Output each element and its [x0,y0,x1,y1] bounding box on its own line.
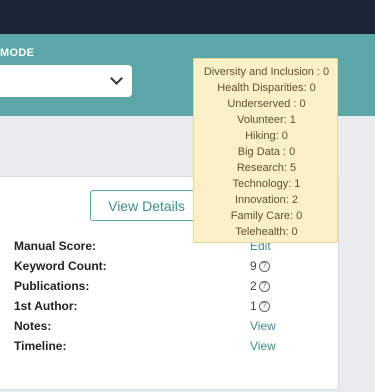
keyword-count-value: 9 ? [250,259,270,273]
top-navbar [0,0,375,34]
tooltip-line: Technology: 1 [232,178,301,190]
tooltip-line: Hiking: 0 [245,130,288,142]
tooltip-line: Telehealth: 0 [235,226,298,238]
publications-value: 2 ? [250,279,270,293]
tooltip-line: Health Disparities: 0 [217,82,316,94]
tooltip-line: Big Data : 0 [237,146,296,158]
tooltip-line: Innovation: 2 [235,194,298,206]
notes-view-link[interactable]: View [250,319,276,333]
first-author-value: 1 ? [250,299,270,313]
manual-score-label: Manual Score: [14,239,97,253]
first-author-number: 1 [250,299,257,313]
timeline-label: Timeline: [14,339,67,353]
keyword-breakdown-tooltip: Diversity and Inclusion : 0 Health Dispa… [193,58,338,243]
keyword-count-number: 9 [250,259,257,273]
first-author-label: 1st Author: [14,299,78,313]
tooltip-line: Diversity and Inclusion : 0 [203,66,330,78]
publications-label: Publications: [14,279,90,293]
mode-select[interactable] [0,65,132,97]
notes-label: Notes: [14,319,52,333]
timeline-view-link[interactable]: View [250,339,276,353]
tooltip-line: Research: 5 [236,162,297,174]
keyword-count-label: Keyword Count: [14,259,107,273]
question-circle-icon[interactable]: ? [258,260,270,272]
chevron-down-icon [110,72,123,85]
view-details-button[interactable]: View Details [90,190,203,221]
tooltip-line: Family Care: 0 [230,210,303,222]
tooltip-line: Volunteer: 1 [237,114,296,126]
question-circle-icon[interactable]: ? [258,280,270,292]
mode-label: MODE [0,47,35,59]
publications-number: 2 [250,279,257,293]
tooltip-line: Underserved : 0 [227,98,306,110]
question-circle-icon[interactable]: ? [258,300,270,312]
